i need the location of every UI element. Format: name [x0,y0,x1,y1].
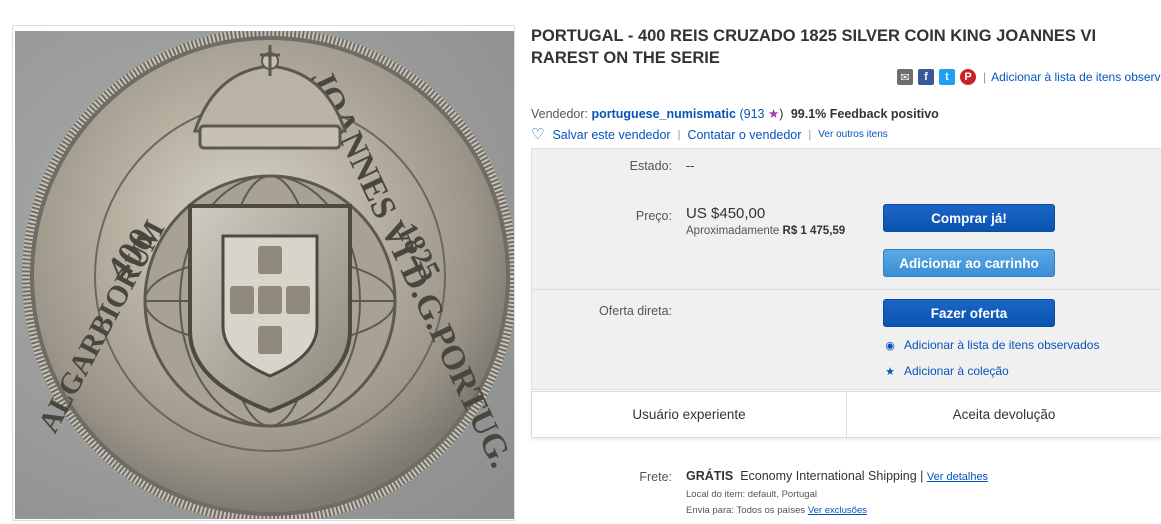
listing-title: PORTUGAL - 400 REIS CRUZADO 1825 SILVER … [531,27,1097,67]
ships-to-label: Envia para: [686,505,735,516]
item-location-label: Local do item: [686,489,746,500]
seller-actions: ♡ Salvar este vendedor | Contatar o vend… [531,127,888,142]
approx-value: R$ 1 475,59 [782,225,846,237]
shipping-details-link[interactable]: Ver detalhes [927,471,988,483]
item-photo[interactable]: JOANNES VI D.G.PORTUG. ALGARBIORUM 400 1… [15,31,514,519]
shipping-free: GRÁTIS [686,469,734,483]
panel-divider [531,289,1161,290]
item-location: Local do item: default, Portugal [686,489,817,500]
add-collection-row[interactable]: ★ Adicionar à coleção [884,364,1009,378]
facebook-icon[interactable]: f [918,69,934,85]
exclusions-link[interactable]: Ver exclusões [808,505,867,516]
make-offer-button[interactable]: Fazer oferta [883,299,1055,327]
returns-accepted-badge: Aceita devolução [846,392,1161,437]
condition-label: Estado: [629,159,672,173]
seller-label: Vendedor: [531,107,588,121]
price-label: Preço: [635,209,672,223]
share-row: ✉ f t P | Adicionar à lista de itens obs… [897,68,1161,86]
buy-now-button[interactable]: Comprar já! [883,204,1055,232]
add-to-cart-button[interactable]: Adicionar ao carrinho [883,249,1055,277]
separator: | [677,128,681,141]
seller-feedback: 99.1% Feedback positivo [790,107,939,121]
buy-panel [531,148,1161,390]
contact-seller-link[interactable]: Contatar o vendedor [687,128,801,142]
condition-value: -- [686,159,695,173]
seller-score-close: ) [779,107,784,121]
save-seller-link[interactable]: Salvar este vendedor [552,128,670,142]
add-watchlist-link[interactable]: Adicionar à lista de itens observados [904,338,1099,352]
add-collection-link[interactable]: Adicionar à coleção [904,364,1009,378]
price-value: US $450,00 [686,205,766,222]
experienced-seller-badge: Usuário experiente [632,407,746,422]
star-icon: ★ [885,365,895,378]
ships-to-value: Todos os países [736,505,806,516]
seller-name-link[interactable]: portuguese_numismatic [591,107,735,121]
pinterest-icon[interactable]: P [960,69,976,85]
seller-star-icon: ★ [767,107,780,121]
add-watchlist-row[interactable]: ◉ Adicionar à lista de itens observados [884,338,1099,352]
shipping-value: GRÁTIS Economy International Shipping | … [686,469,988,483]
twitter-icon[interactable]: t [939,69,955,85]
price-approx: Aproximadamente R$ 1 475,59 [686,225,845,237]
item-location-value: default, Portugal [747,489,817,500]
eye-icon: ◉ [885,339,895,352]
other-items-link[interactable]: Ver outros itens [818,129,887,140]
email-icon[interactable]: ✉ [897,69,913,85]
shipping-service: Economy International Shipping | [740,469,924,483]
heart-icon[interactable]: ♡ [531,127,544,142]
coin-image: JOANNES VI D.G.PORTUG. ALGARBIORUM 400 1… [22,31,514,519]
seller-badges: Usuário experiente Aceita devolução [531,391,1161,438]
share-separator: | [983,70,987,84]
coin-shield [188,204,352,414]
offer-label: Oferta direta: [599,304,672,318]
shipping-label: Frete: [639,470,672,484]
approx-label: Aproximadamente [686,225,780,237]
ships-to: Envia para: Todos os países Ver exclusõe… [686,505,867,516]
seller-score[interactable]: (913 [739,107,764,121]
add-to-watchlist-link[interactable]: Adicionar à lista de itens observados [991,70,1161,84]
separator: | [808,128,812,141]
seller-info: Vendedor: portuguese_numismatic (913 ★) … [531,106,939,121]
